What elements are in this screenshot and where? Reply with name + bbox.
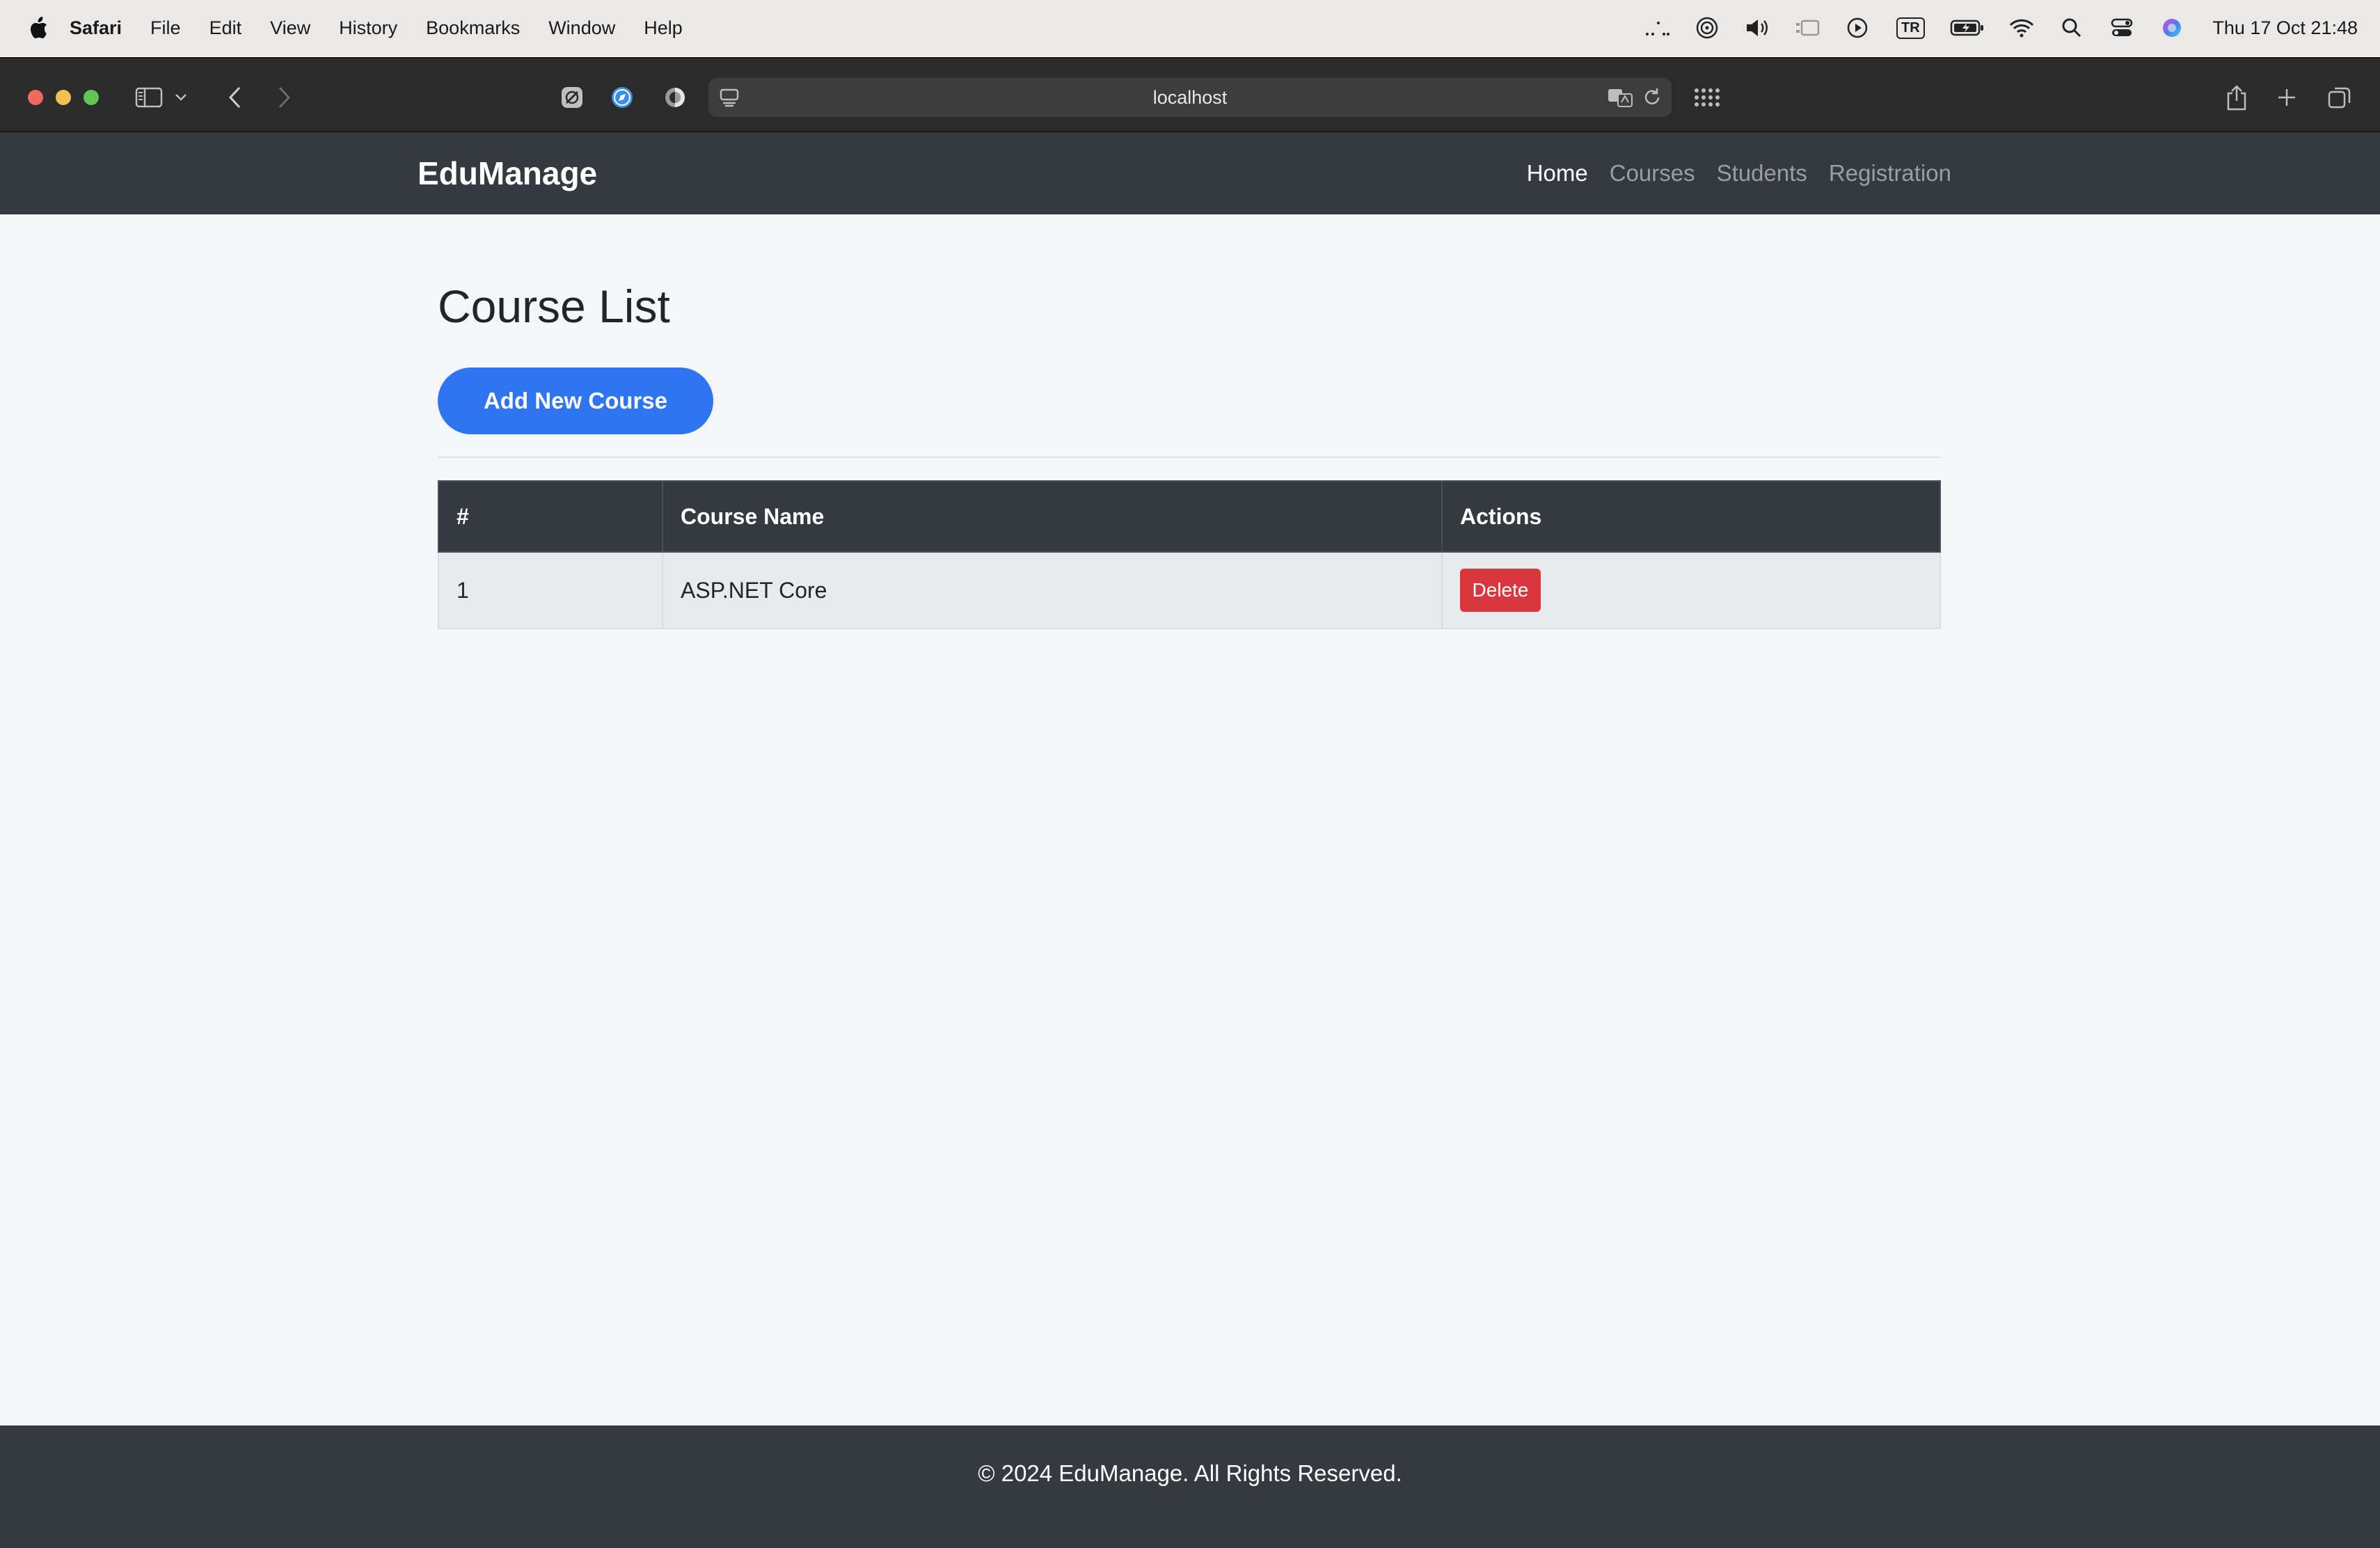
airdrop-icon[interactable] bbox=[1693, 14, 1721, 42]
menu-app-safari[interactable]: Safari bbox=[70, 17, 122, 39]
siri-icon[interactable] bbox=[2158, 14, 2186, 42]
status-area: TR Thu 17 Oct 21:48 bbox=[1643, 0, 2358, 56]
maximize-window-button[interactable] bbox=[84, 90, 99, 105]
sidebar-chevron-down-icon[interactable] bbox=[173, 82, 189, 113]
course-table: # Course Name Actions 1 ASP.NET Core Del… bbox=[438, 480, 1941, 629]
macos-menu-bar: Safari File Edit View History Bookmarks … bbox=[0, 0, 2380, 56]
nav-links: Home Courses Students Registration bbox=[1527, 132, 1951, 214]
menu-file[interactable]: File bbox=[150, 17, 181, 39]
browser-toolbar: localhost bbox=[0, 57, 2380, 132]
wifi-icon[interactable] bbox=[2008, 14, 2036, 42]
minimize-window-button[interactable] bbox=[56, 90, 71, 105]
new-tab-plus-icon[interactable] bbox=[2271, 82, 2302, 113]
extension-icon-1[interactable] bbox=[557, 82, 587, 113]
add-new-course-button[interactable]: Add New Course bbox=[438, 368, 713, 434]
tab-overview-grid-icon[interactable] bbox=[1691, 82, 1722, 113]
spotlight-search-icon[interactable] bbox=[2058, 14, 2086, 42]
share-icon[interactable] bbox=[2221, 82, 2252, 113]
reload-icon[interactable] bbox=[1637, 82, 1667, 113]
footer-copyright: © 2024 EduManage. All Rights Reserved. bbox=[978, 1460, 1402, 1486]
menu-edit[interactable]: Edit bbox=[209, 17, 242, 39]
site-brand[interactable]: EduManage bbox=[418, 132, 597, 214]
cell-number: 1 bbox=[438, 551, 663, 629]
menu-bookmarks[interactable]: Bookmarks bbox=[426, 17, 520, 39]
sidebar-toggle-icon[interactable] bbox=[134, 82, 164, 113]
menu-help[interactable]: Help bbox=[644, 17, 683, 39]
show-tabs-icon[interactable] bbox=[2324, 82, 2355, 113]
activity-icon[interactable] bbox=[1643, 14, 1671, 42]
cell-course-name: ASP.NET Core bbox=[662, 551, 1443, 629]
menu-window[interactable]: Window bbox=[548, 17, 615, 39]
address-bar[interactable]: localhost bbox=[708, 78, 1672, 117]
volume-icon[interactable] bbox=[1743, 14, 1771, 42]
keyboard-layout-icon[interactable]: TR bbox=[1894, 14, 1927, 42]
now-playing-icon[interactable] bbox=[1843, 14, 1871, 42]
cell-actions: Delete bbox=[1441, 551, 1941, 629]
forward-icon[interactable] bbox=[269, 82, 299, 113]
back-icon[interactable] bbox=[220, 82, 251, 113]
table-header-row: # Course Name Actions bbox=[438, 480, 1941, 553]
nav-link-courses[interactable]: Courses bbox=[1610, 160, 1695, 187]
extension-compass-icon[interactable] bbox=[607, 82, 637, 113]
control-center-icon[interactable] bbox=[2108, 14, 2136, 42]
close-window-button[interactable] bbox=[28, 90, 43, 105]
keyboard-layout-label: TR bbox=[1896, 17, 1925, 39]
address-url: localhost bbox=[1152, 87, 1228, 108]
stage-manager-icon[interactable] bbox=[1793, 14, 1821, 42]
nav-link-registration[interactable]: Registration bbox=[1829, 160, 1951, 187]
delete-course-button[interactable]: Delete bbox=[1460, 569, 1541, 612]
table-row: 1 ASP.NET Core Delete bbox=[438, 551, 1941, 629]
header-course-name: Course Name bbox=[662, 480, 1443, 553]
nav-link-students[interactable]: Students bbox=[1717, 160, 1807, 187]
apple-icon[interactable] bbox=[28, 16, 49, 40]
divider bbox=[438, 457, 1941, 458]
battery-icon[interactable] bbox=[1949, 14, 1985, 42]
translate-icon[interactable] bbox=[1605, 82, 1635, 113]
site-navbar: EduManage Home Courses Students Registra… bbox=[0, 132, 2380, 214]
header-number: # bbox=[438, 480, 663, 553]
extension-dark-mode-icon[interactable] bbox=[660, 82, 690, 113]
nav-link-home[interactable]: Home bbox=[1527, 160, 1588, 187]
site-footer: © 2024 EduManage. All Rights Reserved. bbox=[0, 1425, 2380, 1548]
menubar-clock[interactable]: Thu 17 Oct 21:48 bbox=[2212, 17, 2358, 39]
page-title: Course List bbox=[438, 281, 670, 332]
header-actions: Actions bbox=[1441, 480, 1941, 553]
menu-history[interactable]: History bbox=[339, 17, 397, 39]
menu-view[interactable]: View bbox=[270, 17, 310, 39]
